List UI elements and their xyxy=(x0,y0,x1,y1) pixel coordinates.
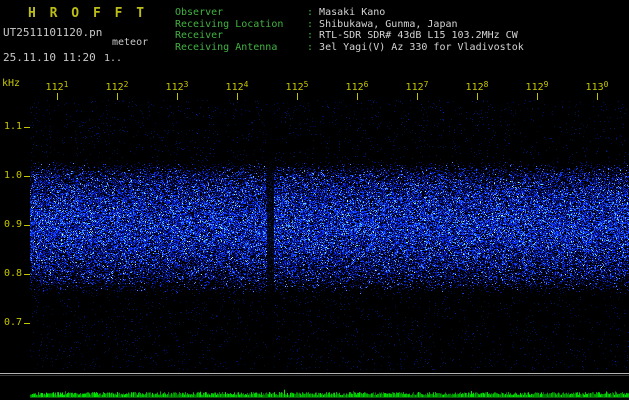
station-info-row: Observer: Masaki Kano xyxy=(175,7,524,19)
freq-tick-label: 0.8 xyxy=(4,268,22,279)
info-label: Receiver xyxy=(175,30,307,42)
time-tick-label: 1122 xyxy=(106,80,129,93)
info-colon: : xyxy=(307,19,319,30)
freq-axis-unit: kHz xyxy=(2,78,20,89)
time-tick-label: 1128 xyxy=(466,80,489,93)
time-tick-label: 1126 xyxy=(346,80,369,93)
time-tick-label: 1123 xyxy=(166,80,189,93)
time-tick-mark xyxy=(57,93,58,100)
time-tick-mark xyxy=(237,93,238,100)
info-label: Receiving Location xyxy=(175,19,307,31)
info-label: Receiving Antenna xyxy=(175,42,307,54)
info-colon: : xyxy=(307,30,319,41)
time-tick-mark xyxy=(417,93,418,100)
info-value: 3el Yagi(V) Az 330 for Vladivostok xyxy=(319,42,524,53)
time-tick-mark xyxy=(537,93,538,100)
station-info-row: Receiving Location: Shibukawa, Gunma, Ja… xyxy=(175,19,524,31)
station-info-row: Receiving Antenna: 3el Yagi(V) Az 330 fo… xyxy=(175,42,524,54)
time-tick-label: 1125 xyxy=(286,80,309,93)
freq-tick-label: 0.9 xyxy=(4,219,22,230)
time-tick-label: 1121 xyxy=(46,80,69,93)
output-filename: UT2511101120.pn xyxy=(3,26,102,39)
mode-label: meteor xyxy=(112,37,148,48)
info-colon: : xyxy=(307,42,319,53)
time-tick-label: 1127 xyxy=(406,80,429,93)
app-title: H R O F F T xyxy=(28,6,147,21)
freq-tick-label: 0.7 xyxy=(4,317,22,328)
info-value: Masaki Kano xyxy=(319,7,385,18)
datetime-label: 25.11.10 11:20 xyxy=(3,51,96,64)
hrofft-screen: H R O F F T UT2511101120.pn meteor 25.11… xyxy=(0,0,629,400)
time-tick-mark xyxy=(177,93,178,100)
signal-level-canvas xyxy=(0,372,629,400)
info-colon: : xyxy=(307,7,319,18)
freq-tick-label: 1.0 xyxy=(4,170,22,181)
station-info-block: Observer: Masaki KanoReceiving Location:… xyxy=(175,7,524,53)
time-tick-mark xyxy=(597,93,598,100)
time-tick-label: 1129 xyxy=(526,80,549,93)
time-tick-label: 1130 xyxy=(586,80,609,93)
info-label: Observer xyxy=(175,7,307,19)
time-tick-label: 1124 xyxy=(226,80,249,93)
time-tick-mark xyxy=(297,93,298,100)
spectrogram-canvas xyxy=(30,100,629,370)
freq-tick-label: 1.1 xyxy=(4,121,22,132)
station-info-row: Receiver: RTL-SDR SDR# 43dB L15 103.2MHz… xyxy=(175,30,524,42)
time-tick-mark xyxy=(117,93,118,100)
file-counter: 1.. xyxy=(104,53,122,64)
info-value: Shibukawa, Gunma, Japan xyxy=(319,19,457,30)
time-tick-mark xyxy=(477,93,478,100)
info-value: RTL-SDR SDR# 43dB L15 103.2MHz CW xyxy=(319,30,518,41)
time-tick-mark xyxy=(357,93,358,100)
